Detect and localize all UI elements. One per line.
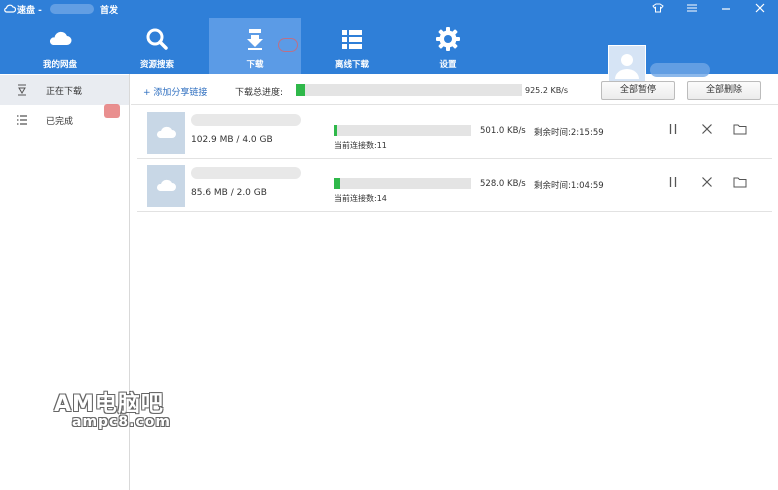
nav-label: 资源搜索 xyxy=(139,60,174,70)
pause-icon xyxy=(667,123,679,138)
pause-all-button[interactable]: 全部暂停 xyxy=(601,81,675,100)
folder-icon xyxy=(733,123,747,138)
nav-settings[interactable]: 设置 xyxy=(402,18,494,74)
nav-label: 离线下载 xyxy=(334,60,369,70)
task-row[interactable]: 85.6 MB / 2.0 GB 当前连接数:14 528.0 KB/s 剩余时… xyxy=(137,160,772,212)
total-progress-bar xyxy=(296,84,522,96)
folder-icon xyxy=(733,176,747,191)
close-icon xyxy=(701,123,713,138)
minimize-icon xyxy=(721,3,731,16)
sidebar-item-downloading[interactable]: 正在下载 xyxy=(0,75,129,105)
pause-icon xyxy=(667,176,679,191)
task-progress-bar xyxy=(334,125,471,136)
task-size: 85.6 MB / 2.0 GB xyxy=(191,188,267,198)
task-progress-fill xyxy=(334,125,338,136)
menu-button[interactable] xyxy=(680,0,704,18)
task-remaining-time: 剩余时间:1:04:59 xyxy=(534,181,604,191)
nav-label: 下载 xyxy=(246,60,264,70)
file-thumbnail xyxy=(147,112,185,154)
delete-button[interactable] xyxy=(699,122,715,138)
task-connections: 当前连接数:11 xyxy=(334,141,387,150)
close-icon xyxy=(701,176,713,191)
nav-my-disk[interactable]: 我的网盘 xyxy=(14,18,106,74)
download-icon xyxy=(242,26,268,52)
total-progress-label: 下载总进度: xyxy=(235,88,284,98)
nav-label: 设置 xyxy=(439,60,457,70)
shirt-icon xyxy=(652,3,664,16)
delete-button[interactable] xyxy=(699,175,715,191)
title-bar: 速盘 - 首发 xyxy=(0,0,778,18)
search-icon xyxy=(144,26,170,52)
close-icon xyxy=(755,3,765,16)
task-size: 102.9 MB / 4.0 GB xyxy=(191,135,273,145)
app-logo-icon xyxy=(4,3,17,14)
notification-marker xyxy=(278,38,298,52)
delete-all-button[interactable]: 全部删除 xyxy=(687,81,761,100)
total-progress-fill xyxy=(296,84,306,96)
list-icon xyxy=(339,26,365,52)
pause-button[interactable] xyxy=(665,175,681,191)
task-progress-fill xyxy=(334,178,340,189)
file-name-redacted xyxy=(191,114,301,126)
task-speed: 501.0 KB/s xyxy=(480,126,526,136)
open-folder-button[interactable] xyxy=(732,122,748,138)
task-connections: 当前连接数:14 xyxy=(334,194,387,203)
menu-icon xyxy=(686,3,698,16)
nav-offline-download[interactable]: 离线下载 xyxy=(306,18,398,74)
home-link[interactable]: 首发 xyxy=(100,3,118,16)
annotation-marker xyxy=(104,104,120,118)
add-share-link[interactable]: + 添加分享链接 xyxy=(143,85,207,98)
task-speed: 528.0 KB/s xyxy=(480,179,526,189)
sidebar-item-label: 正在下载 xyxy=(46,87,83,97)
download-panel: + 添加分享链接 下载总进度: 925.2 KB/s 全部暂停 全部删除 102… xyxy=(131,74,778,490)
task-row[interactable]: 102.9 MB / 4.0 GB 当前连接数:11 501.0 KB/s 剩余… xyxy=(137,107,772,159)
gear-icon xyxy=(435,26,461,52)
app-title: 速盘 - xyxy=(17,6,42,16)
file-thumbnail xyxy=(147,165,185,207)
sidebar-item-label: 已完成 xyxy=(46,117,74,127)
pause-button[interactable] xyxy=(665,122,681,138)
total-speed: 925.2 KB/s xyxy=(525,86,569,95)
download-toolbar: + 添加分享链接 下载总进度: 925.2 KB/s 全部暂停 全部删除 xyxy=(131,74,778,105)
cloud-icon xyxy=(47,26,73,52)
cloud-icon xyxy=(156,179,176,191)
app-window: 速盘 - 首发 我的网盘 资源搜索 下载 离线下载 设置 正在下载 已完成 AM… xyxy=(0,0,778,490)
list-icon xyxy=(16,114,28,126)
minimize-button[interactable] xyxy=(714,0,738,18)
close-window-button[interactable] xyxy=(748,0,772,18)
skin-button[interactable] xyxy=(646,0,670,18)
task-progress-bar xyxy=(334,178,471,189)
main-toolbar: 我的网盘 资源搜索 下载 离线下载 设置 xyxy=(0,18,778,83)
task-remaining-time: 剩余时间:2:15:59 xyxy=(534,128,604,138)
nav-resource-search[interactable]: 资源搜索 xyxy=(111,18,203,74)
download-funnel-icon xyxy=(16,84,28,96)
open-folder-button[interactable] xyxy=(732,175,748,191)
cloud-icon xyxy=(156,126,176,138)
file-name-redacted xyxy=(191,167,301,179)
nav-label: 我的网盘 xyxy=(42,60,77,70)
account-name-redacted xyxy=(50,4,94,14)
